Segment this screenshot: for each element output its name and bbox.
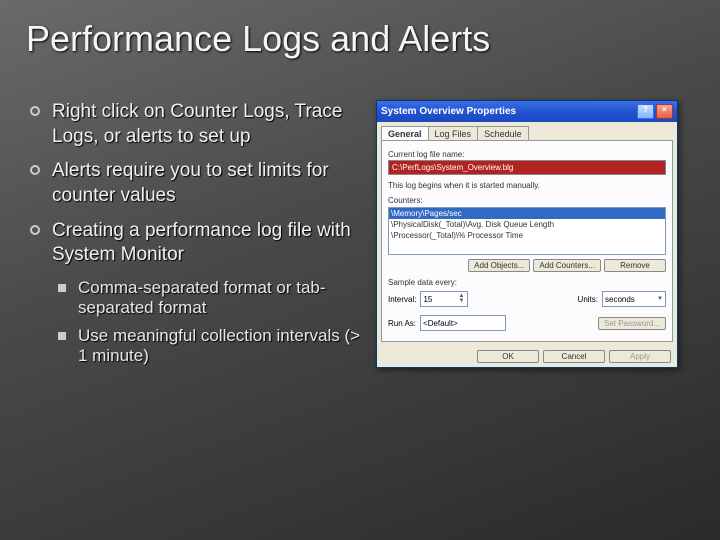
runas-label: Run As: [388, 319, 416, 328]
begins-label: This log begins when it is started manua… [388, 181, 666, 190]
remove-button[interactable]: Remove [604, 259, 666, 272]
counter-row[interactable]: \Processor(_Total)\% Processor Time [389, 230, 665, 241]
sample-label: Sample data every: [388, 278, 666, 287]
counters-listbox[interactable]: \Memory\Pages/sec \PhysicalDisk(_Total)\… [388, 207, 666, 255]
ok-button[interactable]: OK [477, 350, 539, 363]
dialog-title: System Overview Properties [381, 106, 516, 117]
dialog-footer: OK Cancel Apply [377, 346, 677, 367]
units-value: seconds [605, 295, 635, 304]
spinner-buttons-icon[interactable]: ▲▼ [457, 294, 465, 304]
interval-label: Interval: [388, 295, 416, 304]
dialog-titlebar[interactable]: System Overview Properties ? × [377, 101, 677, 122]
tab-schedule[interactable]: Schedule [477, 126, 529, 140]
apply-button[interactable]: Apply [609, 350, 671, 363]
runas-value: <Default> [423, 319, 458, 328]
tab-log-files[interactable]: Log Files [428, 126, 479, 140]
counters-label: Counters: [388, 196, 666, 205]
slide-title: Performance Logs and Alerts [26, 18, 694, 60]
text-column: Right click on Counter Logs, Trace Logs,… [26, 100, 366, 374]
interval-spinner[interactable]: 15 ▲▼ [420, 291, 468, 307]
tab-panel-general: Current log file name: C:\PerfLogs\Syste… [381, 140, 673, 342]
bullet-item: Alerts require you to set limits for cou… [26, 159, 366, 208]
add-objects-button[interactable]: Add Objects... [468, 259, 530, 272]
current-log-path: C:\PerfLogs\System_Overview.blg [388, 160, 666, 175]
interval-value: 15 [423, 295, 432, 304]
counter-row[interactable]: \PhysicalDisk(_Total)\Avg. Disk Queue Le… [389, 219, 665, 230]
properties-dialog: System Overview Properties ? × General L… [376, 100, 678, 368]
cancel-button[interactable]: Cancel [543, 350, 605, 363]
close-icon[interactable]: × [656, 104, 673, 119]
bullet-item: Right click on Counter Logs, Trace Logs,… [26, 100, 366, 149]
set-password-button[interactable]: Set Password... [598, 317, 666, 330]
chevron-down-icon: ▼ [657, 296, 663, 302]
tab-general[interactable]: General [381, 126, 429, 140]
add-counters-button[interactable]: Add Counters... [533, 259, 601, 272]
sub-bullet-item: Use meaningful collection intervals (> 1… [56, 326, 366, 366]
counter-row[interactable]: \Memory\Pages/sec [389, 208, 665, 219]
sub-bullet-item: Comma-separated format or tab-separated … [56, 278, 366, 318]
current-log-label: Current log file name: [388, 150, 666, 159]
help-icon[interactable]: ? [637, 104, 654, 119]
bullet-item: Creating a performance log file with Sys… [26, 219, 366, 268]
units-label: Units: [578, 295, 598, 304]
runas-field[interactable]: <Default> [420, 315, 506, 331]
tab-strip: General Log Files Schedule [381, 126, 673, 140]
units-combo[interactable]: seconds ▼ [602, 291, 666, 307]
